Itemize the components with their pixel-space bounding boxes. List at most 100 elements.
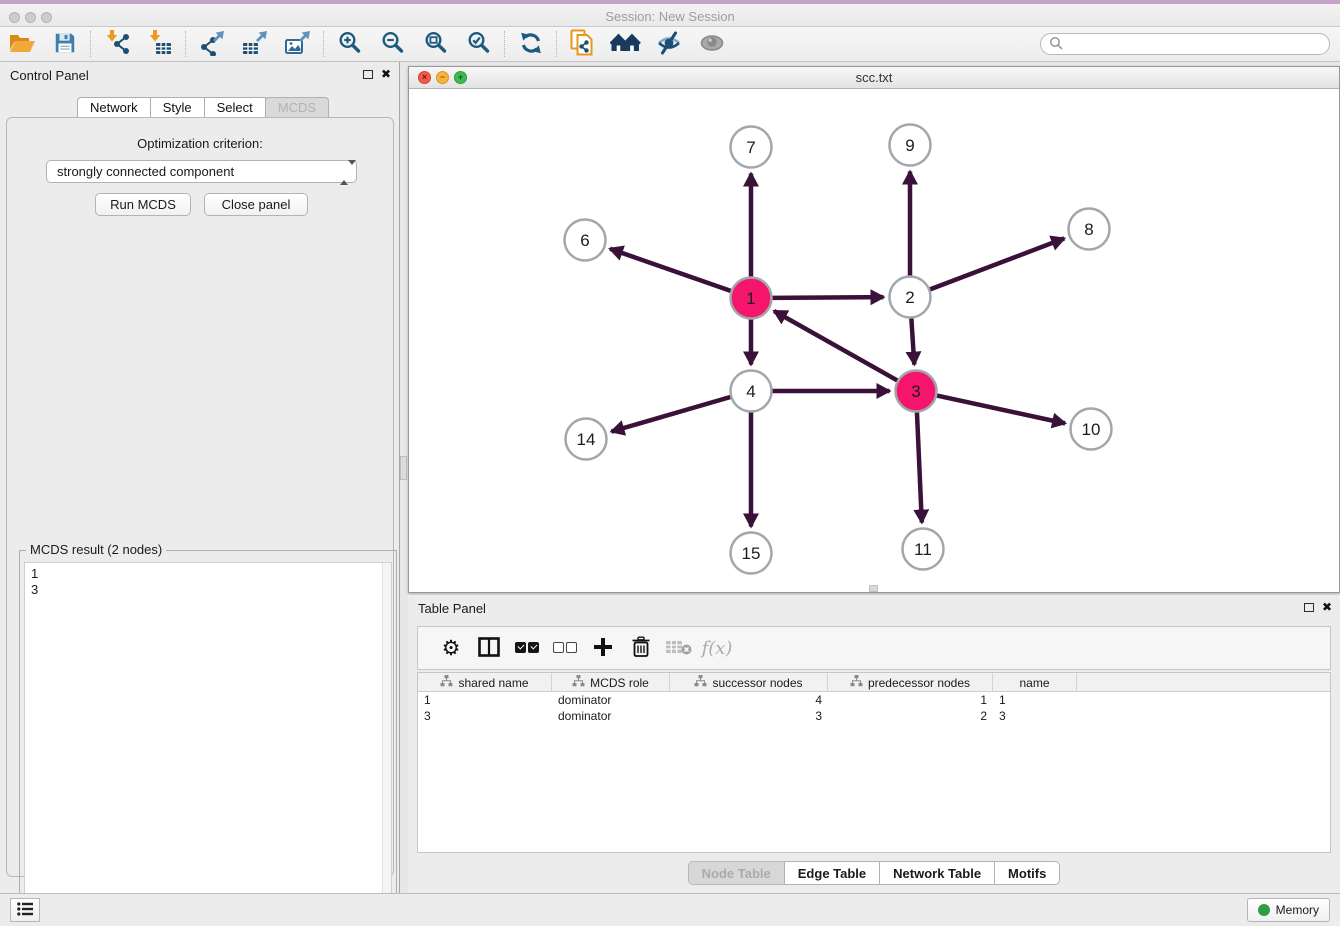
show-all-button[interactable] xyxy=(690,28,733,60)
graph-node-10[interactable]: 10 xyxy=(1071,409,1112,450)
zoom-selected-button[interactable] xyxy=(457,28,500,60)
edge-2-8[interactable] xyxy=(930,238,1064,289)
tab-mcds[interactable]: MCDS xyxy=(265,97,329,118)
table-cell[interactable]: 1 xyxy=(828,692,993,708)
select-all-button[interactable] xyxy=(508,630,546,666)
svg-text:10: 10 xyxy=(1082,420,1101,439)
column-header-predecessor-nodes[interactable]: predecessor nodes xyxy=(828,673,993,692)
table-panel-title: Table Panel xyxy=(418,601,486,616)
graph-node-8[interactable]: 8 xyxy=(1069,209,1110,250)
table-cell[interactable]: 3 xyxy=(418,708,552,724)
clone-network-button[interactable] xyxy=(561,28,604,60)
save-session-button[interactable] xyxy=(43,28,86,60)
edge-3-1[interactable] xyxy=(774,311,897,380)
table-cell[interactable]: 3 xyxy=(993,708,1077,724)
table-row[interactable]: 3dominator323 xyxy=(418,708,1330,724)
open-session-button[interactable] xyxy=(0,28,43,60)
graph-node-11[interactable]: 11 xyxy=(903,529,944,570)
graph-node-3[interactable]: 3 xyxy=(896,371,937,412)
table-cell[interactable]: 3 xyxy=(670,708,828,724)
hide-selected-button[interactable] xyxy=(647,28,690,60)
tab-edge-table[interactable]: Edge Table xyxy=(784,861,880,885)
mcds-result-scrollbar[interactable] xyxy=(382,563,391,922)
graph-node-15[interactable]: 15 xyxy=(731,533,772,574)
export-table-button[interactable] xyxy=(233,28,276,60)
table-cell[interactable]: dominator xyxy=(552,692,670,708)
deselect-all-button[interactable] xyxy=(546,630,584,666)
import-table-button[interactable] xyxy=(138,28,181,60)
graph-node-14[interactable]: 14 xyxy=(566,419,607,460)
graph-node-1[interactable]: 1 xyxy=(731,278,772,319)
criterion-select[interactable]: strongly connected component xyxy=(46,160,357,183)
delete-table-button[interactable] xyxy=(660,630,698,666)
edge-3-11[interactable] xyxy=(917,412,922,522)
edge-3-10[interactable] xyxy=(937,396,1065,424)
table-cell[interactable]: 4 xyxy=(670,692,828,708)
edge-1-2[interactable] xyxy=(772,297,883,298)
column-header-MCDS-role[interactable]: MCDS role xyxy=(552,673,670,692)
tab-motifs[interactable]: Motifs xyxy=(994,861,1060,885)
hierarchy-icon xyxy=(694,675,707,690)
close-panel-icon[interactable]: ✖ xyxy=(381,68,391,80)
edge-2-3[interactable] xyxy=(911,318,914,364)
graph-node-7[interactable]: 7 xyxy=(731,127,772,168)
tab-network[interactable]: Network xyxy=(77,97,151,118)
search-field[interactable] xyxy=(1040,33,1330,55)
tab-select[interactable]: Select xyxy=(204,97,266,118)
float-panel-icon[interactable] xyxy=(363,70,373,79)
mcds-result-fieldset: MCDS result (2 nodes) 1 3 xyxy=(19,550,397,926)
first-neighbors-icon xyxy=(610,31,641,58)
edge-4-14[interactable] xyxy=(611,397,730,432)
column-header-successor-nodes[interactable]: successor nodes xyxy=(670,673,828,692)
mcds-result-values: 1 3 xyxy=(31,566,38,598)
close-table-panel-icon[interactable]: ✖ xyxy=(1322,601,1332,613)
table-cell[interactable]: 1 xyxy=(993,692,1077,708)
float-table-panel-icon[interactable] xyxy=(1304,603,1314,612)
function-builder-button[interactable]: f(x) xyxy=(698,630,736,666)
column-header-shared-name[interactable]: shared name xyxy=(418,673,552,692)
run-mcds-button[interactable]: Run MCDS xyxy=(95,193,191,216)
create-column-button[interactable] xyxy=(584,630,622,666)
tab-network-table[interactable]: Network Table xyxy=(879,861,995,885)
search-input[interactable] xyxy=(1069,35,1329,53)
table-panel-header: Table Panel ✖ xyxy=(408,595,1340,621)
task-history-button[interactable] xyxy=(10,898,40,922)
export-network-button[interactable] xyxy=(190,28,233,60)
tab-node-table[interactable]: Node Table xyxy=(688,861,785,885)
mcds-result-textarea[interactable]: 1 3 xyxy=(24,562,392,923)
table-cell[interactable]: dominator xyxy=(552,708,670,724)
table-rows: 1dominator4113dominator323 xyxy=(418,692,1330,724)
graph-node-2[interactable]: 2 xyxy=(890,277,931,318)
table-cell[interactable]: 2 xyxy=(828,708,993,724)
graph-node-4[interactable]: 4 xyxy=(731,371,772,412)
criterion-value: strongly connected component xyxy=(57,164,234,179)
table-row[interactable]: 1dominator411 xyxy=(418,692,1330,708)
graph-node-9[interactable]: 9 xyxy=(890,125,931,166)
graph-node-6[interactable]: 6 xyxy=(565,220,606,261)
node-table[interactable]: shared nameMCDS rolesuccessor nodesprede… xyxy=(417,672,1331,853)
export-image-button[interactable] xyxy=(276,28,319,60)
zoom-out-button[interactable] xyxy=(371,28,414,60)
vertical-splitter-grip[interactable] xyxy=(400,456,407,480)
toolbar-separator xyxy=(556,31,557,57)
zoom-fit-button[interactable] xyxy=(414,28,457,60)
network-graph-canvas[interactable]: 1 2 3 4 6 7 8 9 10 11 14 15 xyxy=(409,89,1339,592)
memory-button[interactable]: Memory xyxy=(1247,898,1330,922)
network-window-titlebar[interactable]: × − + scc.txt xyxy=(409,67,1339,89)
close-panel-button[interactable]: Close panel xyxy=(204,193,308,216)
apply-preferred-layout-icon xyxy=(518,30,544,59)
column-header-name[interactable]: name xyxy=(993,673,1077,692)
edge-1-6[interactable] xyxy=(610,249,731,291)
delete-column-button[interactable] xyxy=(622,630,660,666)
import-network-button[interactable] xyxy=(95,28,138,60)
apply-preferred-layout-button[interactable] xyxy=(509,28,552,60)
zoom-in-button[interactable] xyxy=(328,28,371,60)
show-columns-button[interactable] xyxy=(470,630,508,666)
svg-text:9: 9 xyxy=(905,136,914,155)
column-label: name xyxy=(1019,676,1049,690)
table-cell[interactable]: 1 xyxy=(418,692,552,708)
tab-style[interactable]: Style xyxy=(150,97,205,118)
column-settings-button[interactable]: ⚙ xyxy=(432,630,470,666)
horizontal-splitter-grip[interactable] xyxy=(869,585,878,592)
first-neighbors-button[interactable] xyxy=(604,28,647,60)
